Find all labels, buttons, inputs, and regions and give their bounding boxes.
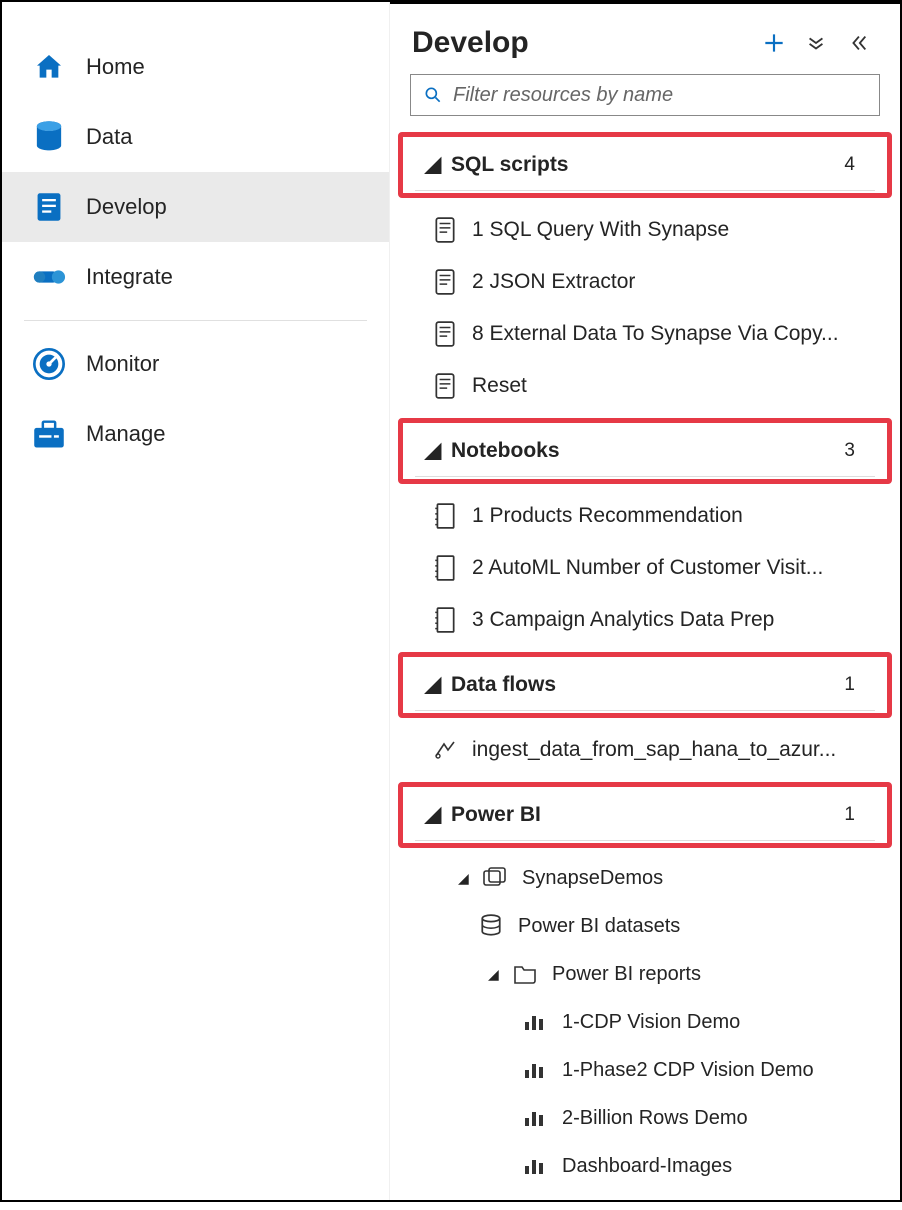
item-label: 2 JSON Extractor — [472, 270, 635, 294]
section-count: 4 — [844, 154, 855, 176]
item-label: Power BI reports — [552, 963, 701, 986]
section-sql-scripts[interactable]: ◢ SQL scripts 4 — [415, 139, 875, 191]
powerbi-reports-folder[interactable]: ◢ Power BI reports — [398, 950, 892, 998]
item-label: Power BI datasets — [518, 915, 680, 938]
highlight-box: ◢ Notebooks 3 — [398, 418, 892, 484]
powerbi-datasets[interactable]: Power BI datasets — [398, 902, 892, 950]
nav-label: Home — [86, 54, 145, 80]
powerbi-report[interactable]: 1-Phase2 CDP Vision Demo — [398, 1046, 892, 1094]
item-label: 2 AutoML Number of Customer Visit... — [472, 556, 823, 580]
section-label: SQL scripts — [451, 153, 569, 177]
nav-label: Develop — [86, 194, 167, 220]
item-label: 1-Phase2 CDP Vision Demo — [562, 1059, 814, 1082]
nav-label: Integrate — [86, 264, 173, 290]
item-label: ingest_data_from_sap_hana_to_azur... — [472, 738, 836, 762]
powerbi-report[interactable]: Dashboard-Images — [398, 1142, 892, 1190]
bar-chart-icon — [522, 1153, 548, 1179]
section-count: 1 — [844, 674, 855, 696]
pipeline-icon — [32, 260, 66, 294]
caret-down-icon: ◢ — [425, 438, 443, 463]
gauge-icon — [32, 347, 66, 381]
highlight-box: ◢ Power BI 1 — [398, 782, 892, 848]
dataflow-item[interactable]: ingest_data_from_sap_hana_to_azur... — [398, 724, 892, 776]
nav-integrate[interactable]: Integrate — [2, 242, 389, 312]
filter-input[interactable] — [453, 84, 867, 107]
script-icon — [432, 217, 458, 243]
database-icon — [32, 120, 66, 154]
notebook-icon — [432, 503, 458, 529]
powerbi-report[interactable]: 2-Billion Rows Demo — [398, 1094, 892, 1142]
dataflow-icon — [432, 737, 458, 763]
home-icon — [32, 50, 66, 84]
section-count: 3 — [844, 440, 855, 462]
sql-item[interactable]: 1 SQL Query With Synapse — [398, 204, 892, 256]
nav-divider — [24, 320, 367, 321]
develop-pane: Publish all Validate all Refresh Develop… — [390, 2, 900, 1200]
caret-down-icon: ◢ — [488, 966, 506, 983]
document-icon — [32, 190, 66, 224]
nav-home[interactable]: Home — [2, 32, 389, 102]
workspace-icon — [482, 865, 508, 891]
nav-manage[interactable]: Manage — [2, 399, 389, 469]
add-button[interactable] — [758, 27, 790, 59]
section-label: Data flows — [451, 673, 556, 697]
notebook-item[interactable]: 1 Products Recommendation — [398, 490, 892, 542]
pane-title: Develop — [412, 26, 748, 60]
notebook-icon — [432, 607, 458, 633]
section-data-flows[interactable]: ◢ Data flows 1 — [415, 659, 875, 711]
powerbi-report[interactable]: 1-CDP Vision Demo — [398, 998, 892, 1046]
caret-down-icon: ◢ — [425, 802, 443, 827]
bar-chart-icon — [522, 1009, 548, 1035]
item-label: 1 Products Recommendation — [472, 504, 743, 528]
section-label: Power BI — [451, 803, 541, 827]
sql-item[interactable]: 2 JSON Extractor — [398, 256, 892, 308]
item-label: 1-CDP Vision Demo — [562, 1011, 740, 1034]
section-power-bi[interactable]: ◢ Power BI 1 — [415, 789, 875, 841]
item-label: 8 External Data To Synapse Via Copy... — [472, 322, 839, 346]
nav-label: Data — [86, 124, 132, 150]
folder-icon — [512, 961, 538, 987]
nav-label: Monitor — [86, 351, 159, 377]
expand-all-button[interactable] — [800, 27, 832, 59]
section-label: Notebooks — [451, 439, 560, 463]
resource-tree: ◢ SQL scripts 4 1 SQL Query With Synapse… — [390, 126, 900, 1210]
script-icon — [432, 269, 458, 295]
pane-header: Develop — [390, 4, 900, 74]
highlight-box: ◢ Data flows 1 — [398, 652, 892, 718]
notebook-icon — [432, 555, 458, 581]
caret-down-icon: ◢ — [425, 152, 443, 177]
search-icon — [423, 85, 443, 105]
datasets-icon — [478, 913, 504, 939]
search-box[interactable] — [410, 74, 880, 116]
search-wrap — [390, 74, 900, 126]
section-notebooks[interactable]: ◢ Notebooks 3 — [415, 425, 875, 477]
collapse-pane-button[interactable] — [842, 27, 874, 59]
nav-data[interactable]: Data — [2, 102, 389, 172]
nav-develop[interactable]: Develop — [2, 172, 389, 242]
item-label: 1 SQL Query With Synapse — [472, 218, 729, 242]
item-label: Dashboard-Images — [562, 1155, 732, 1178]
highlight-box: ◢ SQL scripts 4 — [398, 132, 892, 198]
notebook-item[interactable]: 3 Campaign Analytics Data Prep — [398, 594, 892, 646]
item-label: 2-Billion Rows Demo — [562, 1107, 748, 1130]
bar-chart-icon — [522, 1057, 548, 1083]
caret-down-icon: ◢ — [425, 672, 443, 697]
item-label: Reset — [472, 374, 527, 398]
sql-item[interactable]: 8 External Data To Synapse Via Copy... — [398, 308, 892, 360]
sql-item[interactable]: Reset — [398, 360, 892, 412]
caret-down-icon: ◢ — [458, 870, 476, 887]
script-icon — [432, 321, 458, 347]
toolbox-icon — [32, 417, 66, 451]
powerbi-workspace[interactable]: ◢ SynapseDemos — [398, 854, 892, 902]
item-label: 3 Campaign Analytics Data Prep — [472, 608, 774, 632]
nav-label: Manage — [86, 421, 166, 447]
bar-chart-icon — [522, 1105, 548, 1131]
left-nav: Home Data Develop Integrate Monitor Mana… — [2, 2, 390, 1200]
item-label: SynapseDemos — [522, 867, 663, 890]
section-count: 1 — [844, 804, 855, 826]
notebook-item[interactable]: 2 AutoML Number of Customer Visit... — [398, 542, 892, 594]
script-icon — [432, 373, 458, 399]
nav-monitor[interactable]: Monitor — [2, 329, 389, 399]
